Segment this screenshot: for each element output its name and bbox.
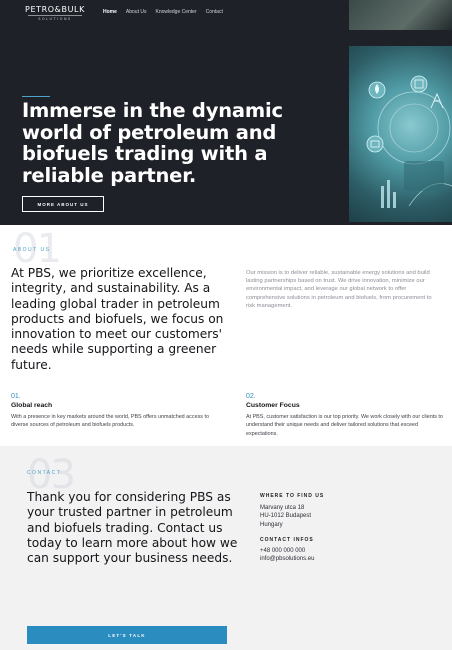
feature-number: 02. xyxy=(246,393,256,400)
logo-main-text: PETRO&BULK xyxy=(25,5,85,14)
logo[interactable]: PETRO&BULK SOLUTIONS xyxy=(22,5,88,21)
contact-lead-text: Thank you for considering PBS as your tr… xyxy=(27,490,238,566)
address-line-3: Hungary xyxy=(260,521,283,528)
mission-text: Our mission is to deliver reliable, sust… xyxy=(246,270,432,309)
hero-tech-illustration xyxy=(366,75,452,208)
feature-number: 01. xyxy=(11,393,21,400)
nav-contact[interactable]: Contact xyxy=(206,9,223,15)
feature-global-reach: 01. Global reach With a presence in key … xyxy=(11,392,211,430)
feature-customer-focus: 02. Customer Focus At PBS, customer sati… xyxy=(246,392,446,438)
address-line-1: Marvany utca 18 xyxy=(260,505,305,511)
contact-infos-heading: CONTACT INFOS xyxy=(260,537,314,543)
hero-section: PETRO&BULK SOLUTIONS Home About Us Knowl… xyxy=(0,0,452,225)
logo-sub-text: SOLUTIONS xyxy=(38,17,72,21)
more-about-us-button[interactable]: MORE ABOUT US xyxy=(22,196,104,212)
contact-section: 03 CONTACT Thank you for considering PBS… xyxy=(0,446,452,650)
lets-talk-button[interactable]: LET'S TALK xyxy=(27,626,227,644)
nav-about-us[interactable]: About Us xyxy=(126,9,147,15)
nav-knowledge-center[interactable]: Knowledge Center xyxy=(155,9,196,15)
about-lead-text: At PBS, we prioritize excellence, integr… xyxy=(11,266,224,372)
phone-number[interactable]: +48 000 000 000 xyxy=(260,547,430,555)
feature-text: With a presence in key markets around th… xyxy=(11,414,209,429)
hero-accent-line xyxy=(22,96,50,97)
hero-title: Immerse in the dynamic world of petroleu… xyxy=(22,99,283,187)
feature-title: Customer Focus xyxy=(246,402,300,409)
email-address[interactable]: info@pbsolutions.eu xyxy=(260,555,430,563)
main-nav: Home About Us Knowledge Center Contact xyxy=(103,9,223,15)
address-line-2: HU-1012 Budapest xyxy=(260,513,312,520)
contact-eyebrow: CONTACT xyxy=(27,470,62,476)
nav-home[interactable]: Home xyxy=(103,9,117,15)
about-eyebrow: ABOUT US xyxy=(13,247,51,253)
logo-divider xyxy=(28,15,82,16)
feature-title: Global reach xyxy=(11,402,53,409)
where-to-find-us-heading: WHERE TO FIND US xyxy=(260,493,325,499)
hero-image xyxy=(349,46,452,222)
feature-text: At PBS, customer satisfaction is our top… xyxy=(246,414,443,437)
hero-top-image xyxy=(349,0,452,30)
